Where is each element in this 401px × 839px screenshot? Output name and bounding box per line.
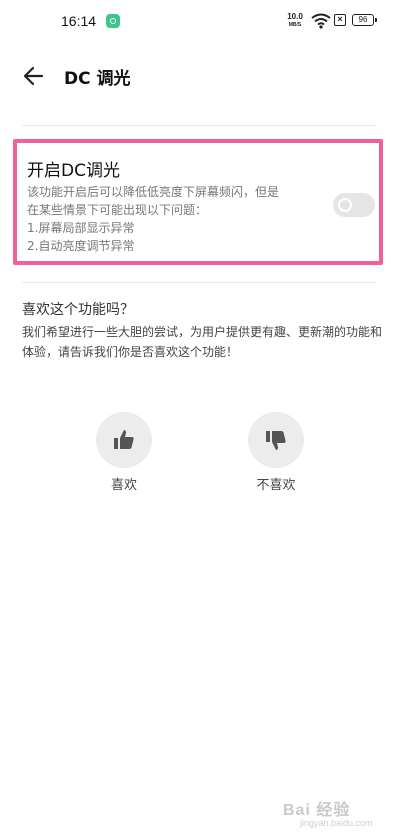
status-bar: 16:14 10.0 MB/S × 96	[0, 0, 401, 44]
divider	[22, 125, 376, 126]
network-speed-unit: MB/S	[288, 22, 302, 28]
like-button[interactable]: 喜欢	[84, 412, 164, 493]
header: DC 调光	[0, 56, 401, 96]
like-circle	[96, 412, 152, 468]
dc-dimming-title: 开启DC调光	[27, 161, 120, 181]
network-speed: 10.0 MB/S	[284, 13, 306, 29]
app-notification-icon	[106, 14, 120, 28]
dc-dimming-description: 该功能开启后可以降低低亮度下屏幕频闪，但是 在某些情景下可能出现以下问题： 1.…	[27, 185, 280, 253]
divider	[22, 282, 376, 283]
thumbs-down-icon	[266, 431, 286, 450]
sim-icon: ×	[334, 14, 346, 26]
battery-icon: 96	[352, 14, 377, 26]
feedback-description: 我们希望进行一些大胆的尝试，为用户提供更有趣、更新潮的功能和体验，请告诉我们你是…	[22, 325, 383, 359]
status-time: 16:14	[61, 13, 97, 29]
like-label: 喜欢	[110, 478, 137, 493]
watermark-url: jingyan.baidu.com	[300, 818, 373, 828]
page-title: DC 调光	[64, 69, 131, 89]
feedback-title: 喜欢这个功能吗？	[22, 302, 134, 318]
arrow-left-icon	[23, 66, 44, 86]
dislike-button[interactable]: 不喜欢	[236, 412, 316, 493]
back-button[interactable]	[20, 62, 48, 90]
dislike-circle	[248, 412, 304, 468]
thumbs-up-icon	[114, 430, 134, 449]
network-speed-value: 10.0	[287, 12, 303, 21]
wifi-icon	[311, 13, 331, 29]
watermark-logo: Bai 经验	[283, 802, 351, 819]
toggle-knob	[338, 198, 352, 212]
dislike-label: 不喜欢	[256, 478, 296, 493]
dc-dimming-toggle[interactable]	[333, 193, 375, 217]
